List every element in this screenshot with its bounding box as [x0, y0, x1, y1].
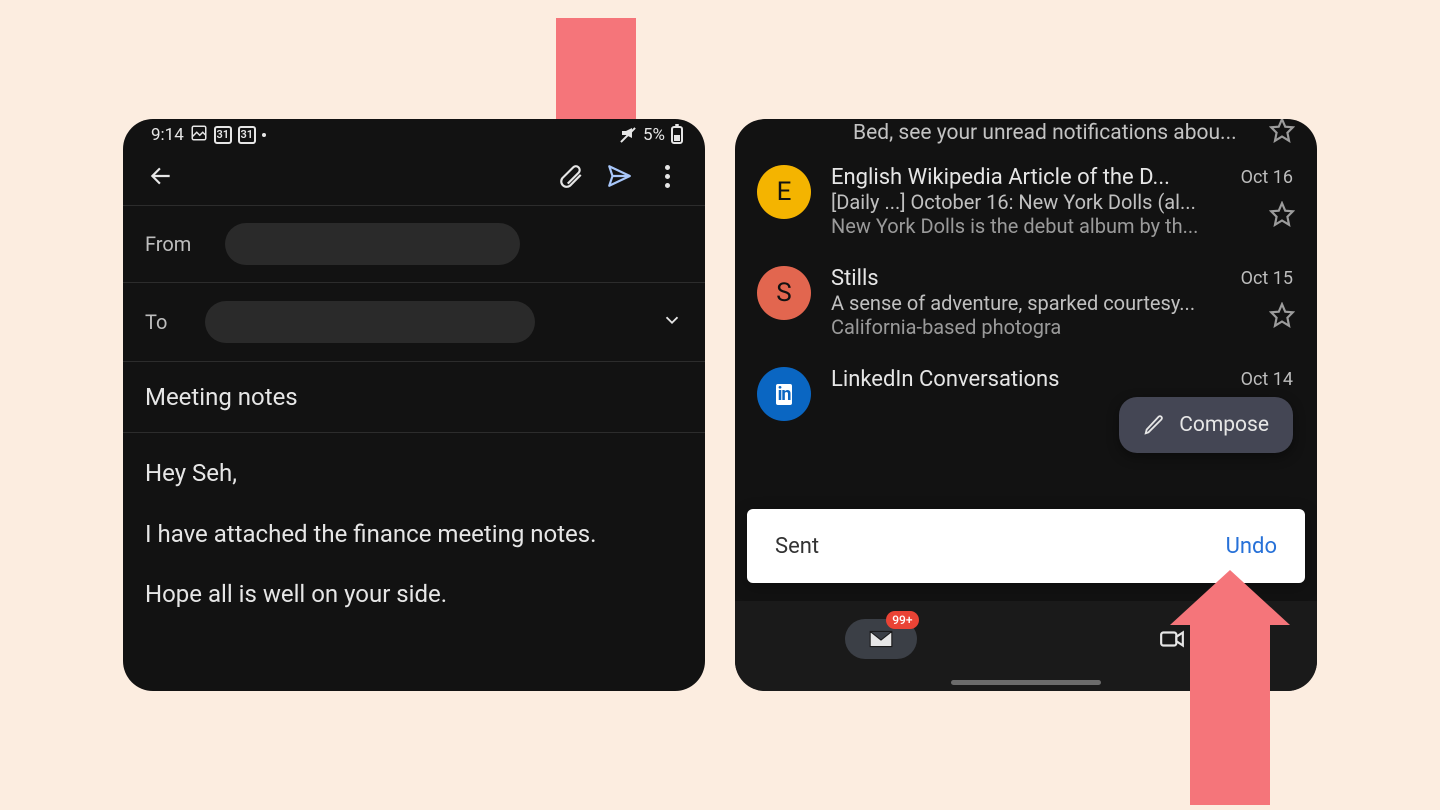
linkedin-icon: in	[776, 384, 793, 405]
mail-snippet: New York Dolls is the debut album by th.…	[831, 214, 1295, 238]
mail-date: Oct 16	[1241, 167, 1293, 188]
avatar: S	[757, 266, 811, 320]
home-indicator	[951, 680, 1101, 685]
arrow-left-icon	[148, 163, 174, 189]
calendar-icon: 31	[238, 126, 256, 144]
mail-subject: [Daily ...] October 16: New York Dolls (…	[831, 190, 1295, 214]
compose-screen: 9:14 31 31 5% From	[123, 119, 705, 691]
star-icon	[1269, 201, 1295, 227]
star-button[interactable]	[1269, 302, 1295, 332]
mail-subject: A sense of adventure, sparked courtesy..…	[831, 291, 1295, 315]
to-field[interactable]: To	[123, 283, 705, 361]
compose-label: Compose	[1179, 413, 1269, 437]
unread-badge: 99+	[886, 611, 918, 629]
snackbar-message: Sent	[775, 534, 819, 559]
mail-item[interactable]: S Stills A sense of adventure, sparked c…	[735, 252, 1317, 353]
compose-button[interactable]: Compose	[1119, 397, 1293, 453]
avatar: E	[757, 165, 811, 219]
chevron-down-icon	[661, 309, 683, 331]
mail-item[interactable]: E English Wikipedia Article of the D... …	[735, 151, 1317, 252]
email-body[interactable]: Hey Seh, I have attached the finance mee…	[123, 433, 705, 663]
send-icon	[606, 163, 632, 189]
from-field[interactable]: From	[123, 206, 705, 282]
mail-sender: English Wikipedia Article of the D...	[831, 165, 1295, 190]
mail-icon	[868, 626, 894, 652]
more-button[interactable]	[645, 154, 689, 198]
star-button[interactable]	[1269, 201, 1295, 231]
undo-button[interactable]: Undo	[1226, 534, 1277, 559]
more-notifications-dot	[262, 133, 266, 137]
pencil-icon	[1143, 414, 1165, 436]
to-label: To	[145, 310, 205, 334]
video-icon	[1159, 626, 1185, 652]
status-time: 9:14	[151, 125, 184, 145]
mail-sender: LinkedIn Conversations	[831, 367, 1295, 392]
image-icon	[190, 124, 208, 147]
mail-date: Oct 15	[1241, 268, 1293, 289]
send-button[interactable]	[597, 154, 641, 198]
from-value-chip	[225, 223, 520, 265]
nav-mail-button[interactable]: 99+	[845, 619, 917, 659]
status-bar: 9:14 31 31 5%	[123, 119, 705, 147]
compose-toolbar	[123, 147, 705, 205]
partial-item-snippet: Bed, see your unread notifications abou.…	[735, 121, 1317, 151]
subject-field[interactable]: Meeting notes	[123, 362, 705, 432]
avatar: in	[757, 367, 811, 421]
from-label: From	[145, 232, 225, 256]
battery-percent: 5%	[643, 125, 665, 145]
mail-sender: Stills	[831, 266, 1295, 291]
battery-icon	[671, 126, 683, 144]
body-line: I have attached the finance meeting note…	[145, 518, 683, 551]
attach-button[interactable]	[549, 154, 593, 198]
star-icon	[1269, 302, 1295, 328]
mute-icon	[619, 126, 637, 144]
calendar-icon: 31	[214, 126, 232, 144]
star-icon[interactable]	[1269, 119, 1295, 143]
subject-text: Meeting notes	[145, 383, 298, 411]
back-button[interactable]	[139, 154, 183, 198]
more-vertical-icon	[665, 165, 670, 188]
mail-snippet: California-based photogra	[831, 315, 1295, 339]
mail-date: Oct 14	[1241, 369, 1293, 390]
body-line: Hope all is well on your side.	[145, 578, 683, 611]
paperclip-icon	[558, 163, 584, 189]
expand-recipients-button[interactable]	[661, 309, 683, 335]
to-value-chip	[205, 301, 535, 343]
body-line: Hey Seh,	[145, 457, 683, 490]
